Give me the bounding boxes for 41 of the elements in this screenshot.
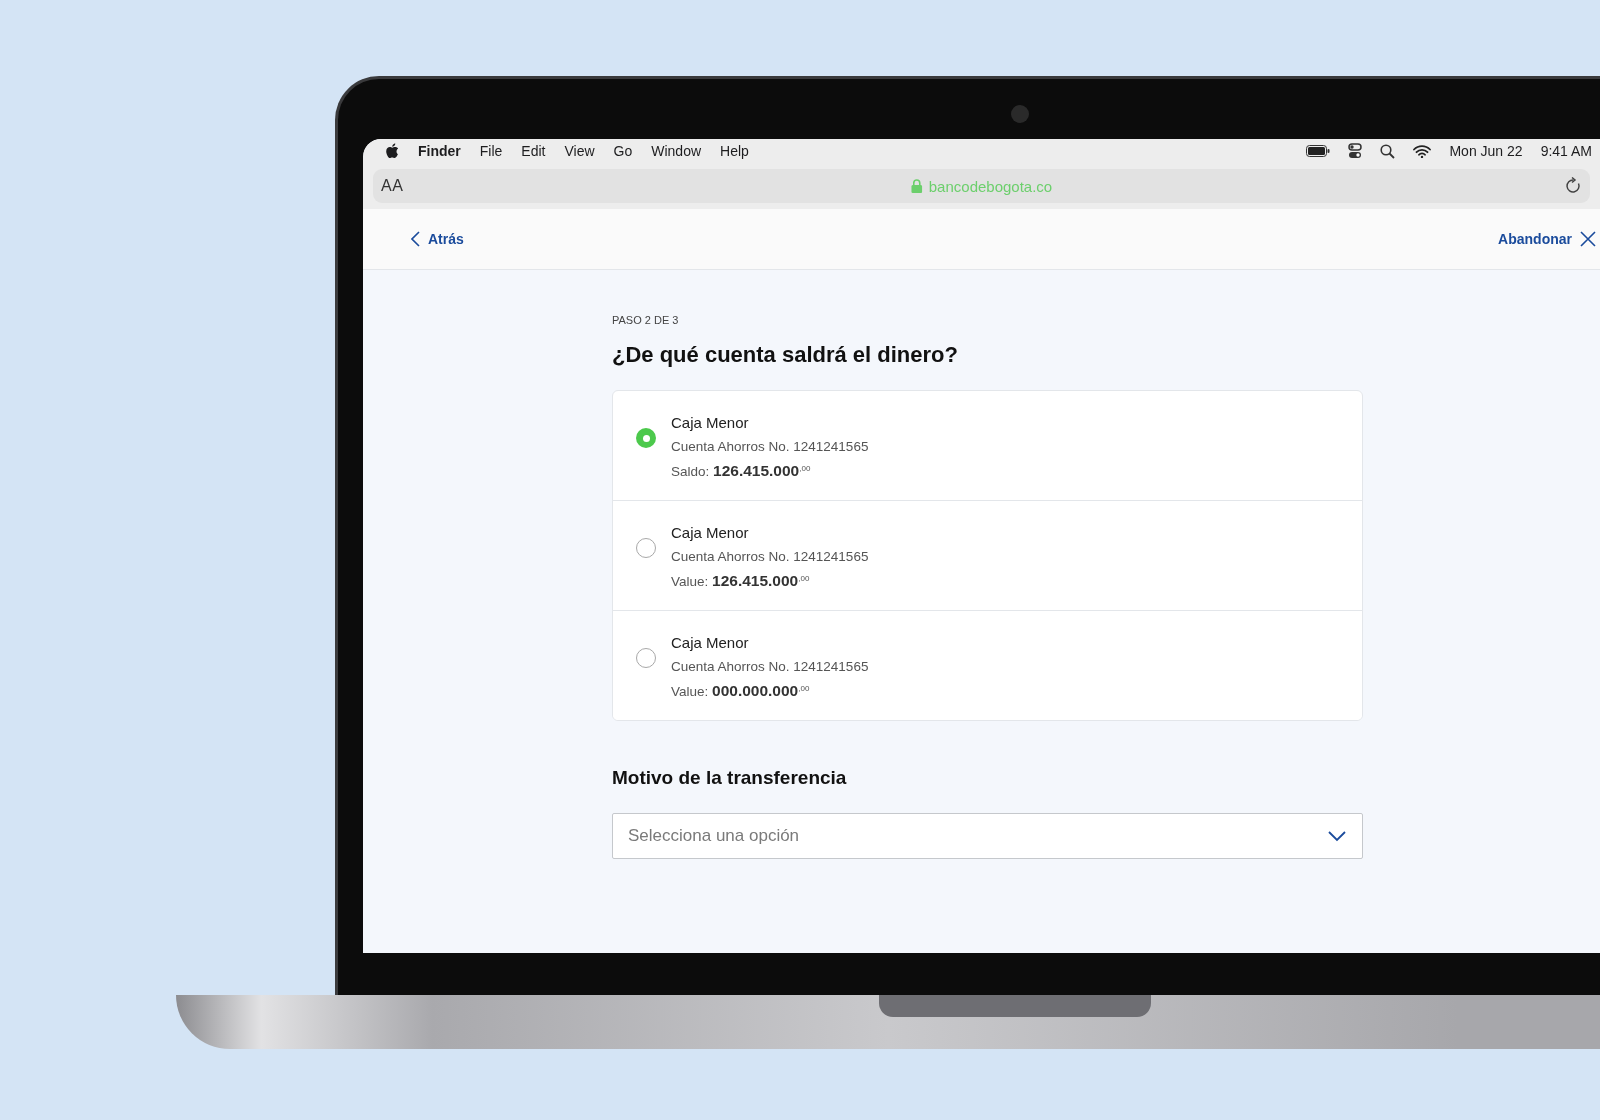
page-title: ¿De qué cuenta saldrá el dinero? [612,342,959,368]
step-label: PASO 2 DE 3 [612,314,680,326]
menu-time: 9:41 AM [1540,143,1592,159]
lock-icon [910,179,922,193]
menu-item[interactable]: Help [720,143,749,159]
menu-item[interactable]: File [479,143,503,159]
account-option[interactable]: Caja Menor Cuenta Ahorros No. 1241241565 Saldo: 126.415.000$^{,00}$ [613,391,1362,500]
select-placeholder: Selecciona una opción [628,826,800,846]
reason-select[interactable]: Selecciona una opción [612,813,1363,859]
account-name: Caja Menor [671,524,750,541]
account-number: Cuenta Ahorros No. 1241241565 [671,439,869,454]
account-balance: Value: 126.415.000$^{,00}$ [671,572,811,590]
control-center-icon[interactable] [1348,143,1363,159]
account-balance: Saldo: 126.415.000$^{,00}$ [671,462,812,480]
camera-icon [1011,105,1029,123]
account-balance: Value: 000.000.000$^{,00}$ [671,682,811,700]
account-number: Cuenta Ahorros No. 1241241565 [671,659,869,674]
search-icon[interactable] [1380,143,1396,159]
radio-button[interactable] [636,428,656,448]
back-button[interactable]: Atrás [411,231,464,247]
battery-icon[interactable] [1306,145,1331,157]
text-size-button[interactable]: AA [381,177,404,195]
close-icon [1580,231,1596,247]
menu-item[interactable]: Edit [521,143,546,159]
menu-app-name[interactable]: Finder [418,143,461,159]
account-number: Cuenta Ahorros No. 1241241565 [671,549,869,564]
chevron-left-icon [411,231,420,247]
account-name: Caja Menor [671,634,750,651]
account-option[interactable]: Caja Menor Cuenta Ahorros No. 1241241565 Value: 000.000.000$^{,00}$ [613,610,1362,720]
menu-date: Mon Jun 22 [1449,143,1523,159]
exit-button[interactable]: Abandonar [1498,231,1596,247]
menu-item[interactable]: Go [613,143,633,159]
wifi-icon[interactable] [1413,144,1432,158]
section-heading: Motivo de la transferencia [612,767,848,789]
reload-icon[interactable] [1565,177,1582,195]
chevron-down-icon [1328,830,1346,842]
apple-icon[interactable] [385,143,399,159]
menu-item[interactable]: View [564,143,595,159]
address-bar[interactable]: AA bancodebogota.co [373,169,1590,203]
account-name: Caja Menor [671,414,750,431]
menu-item[interactable]: Window [651,143,702,159]
